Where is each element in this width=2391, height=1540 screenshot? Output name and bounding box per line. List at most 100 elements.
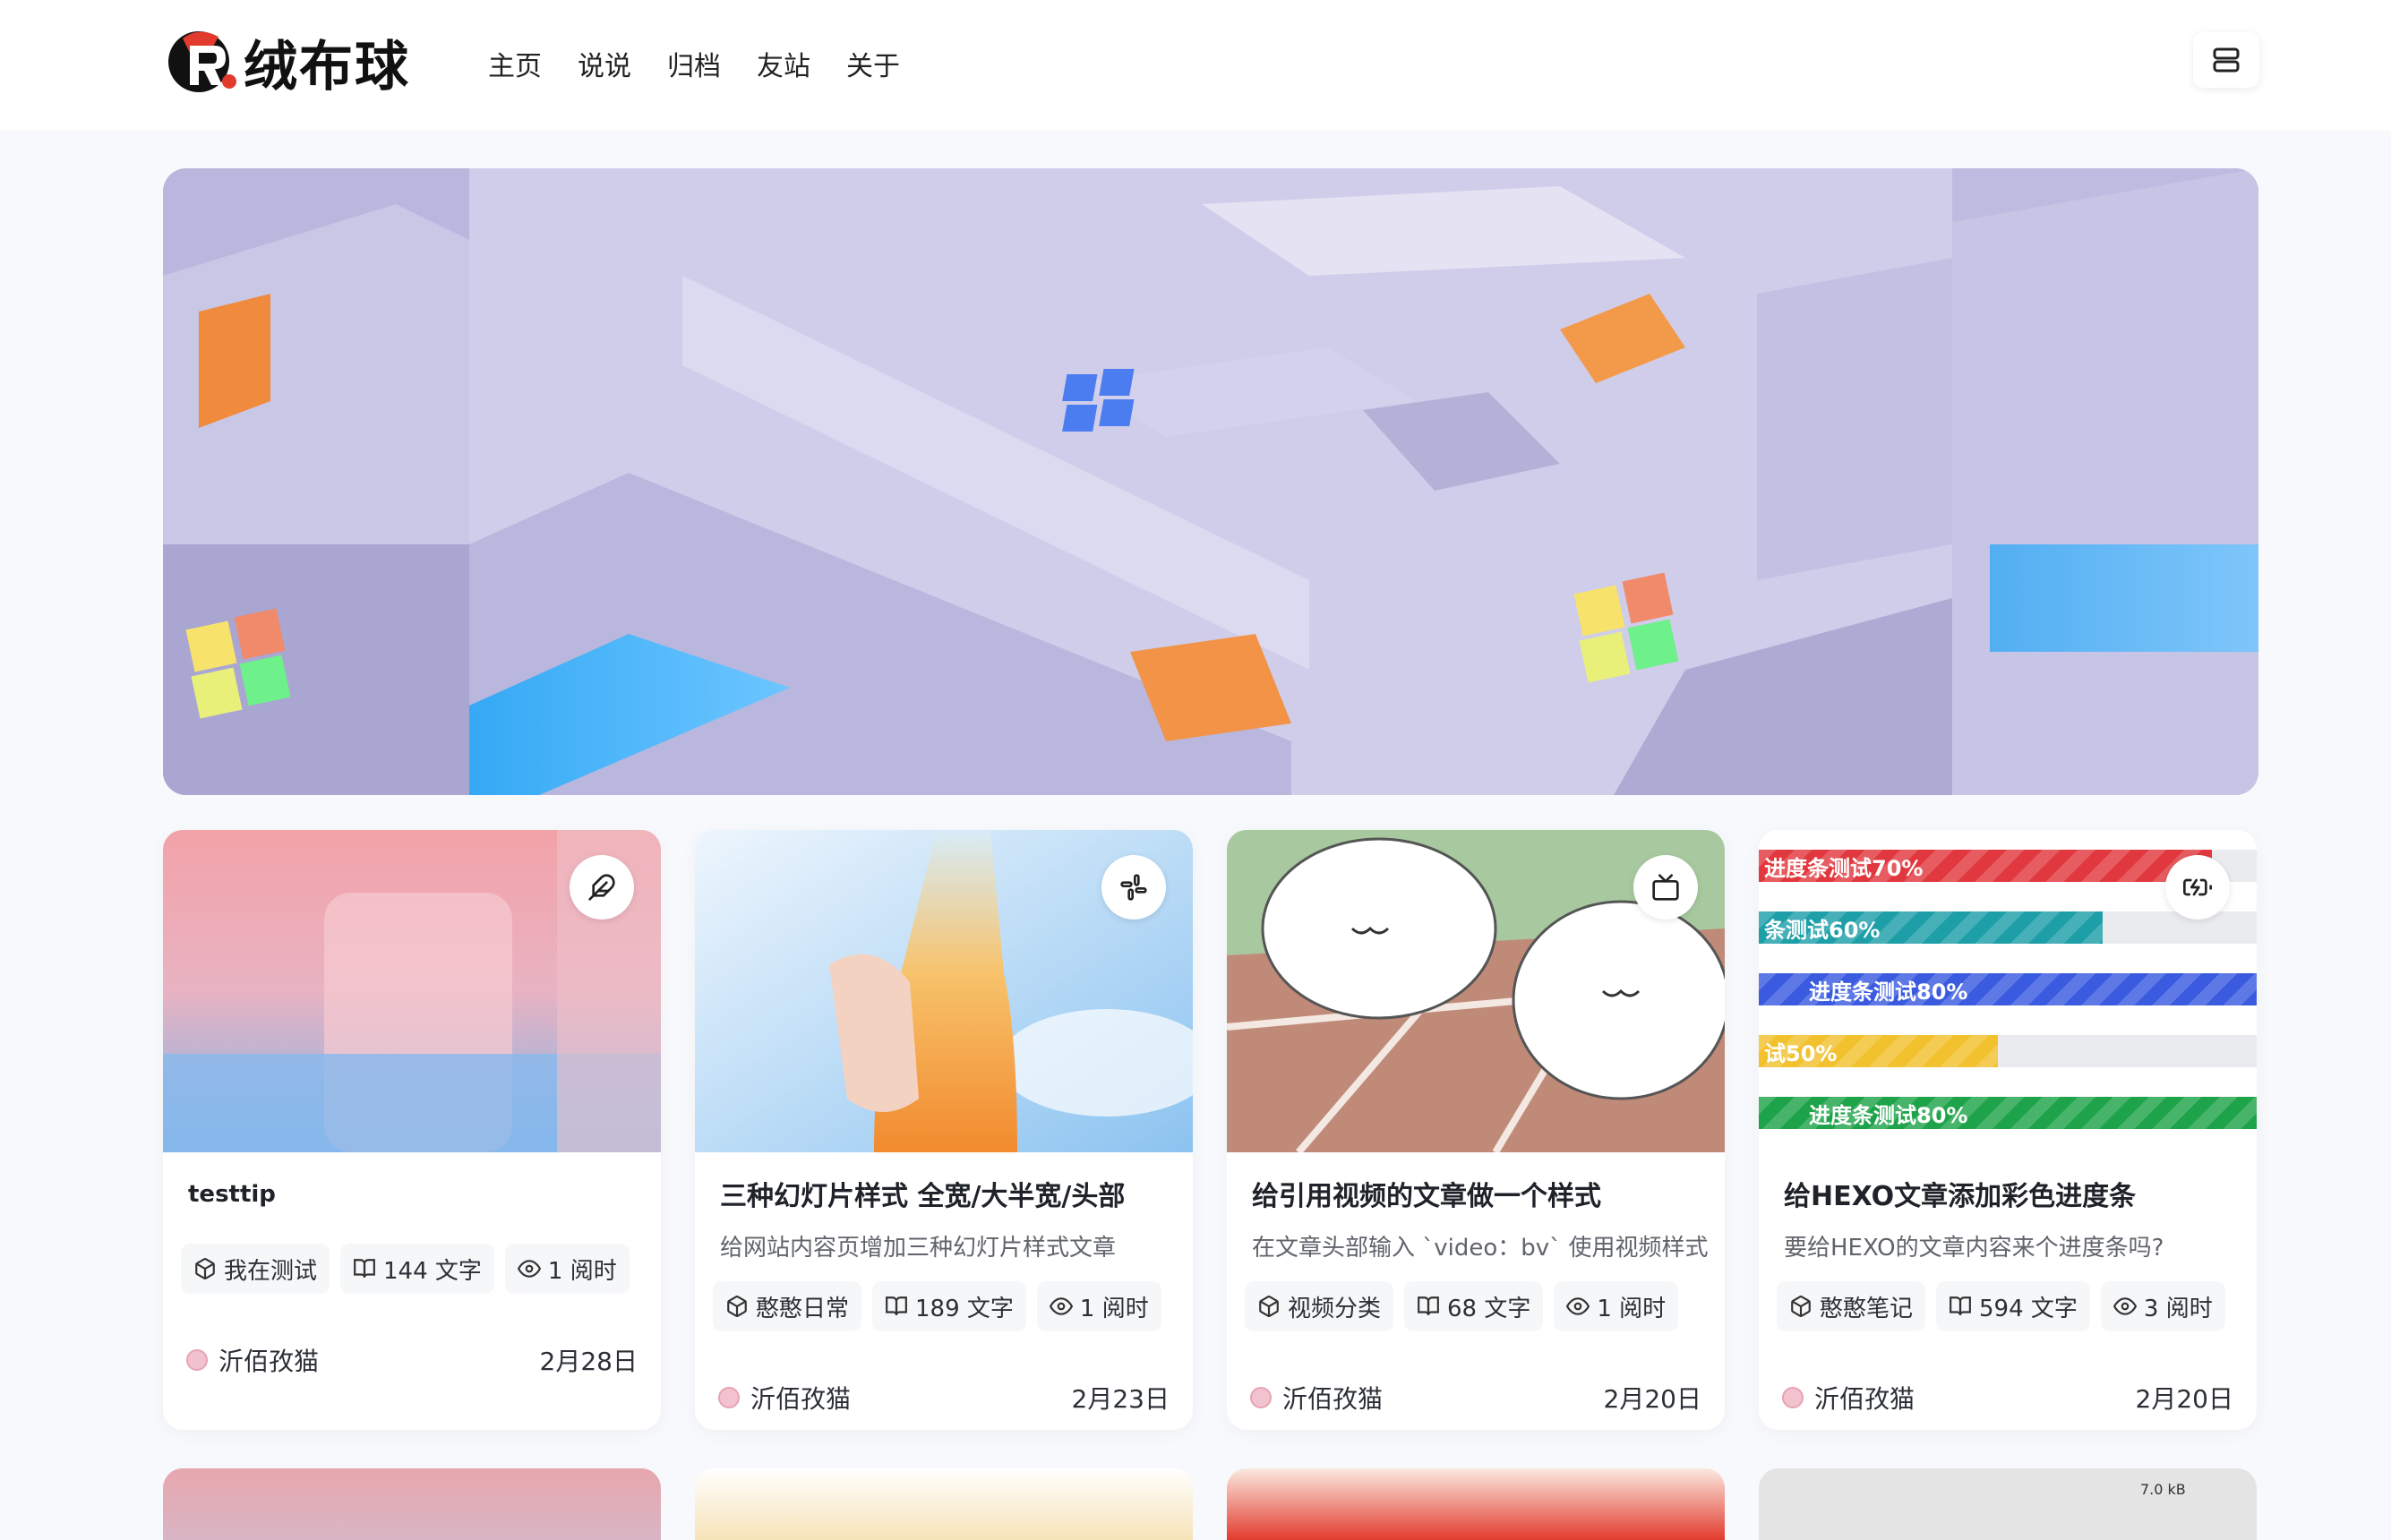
post-card-partial[interactable]: 7.0 kB bbox=[1759, 1468, 2257, 1540]
menu-icon bbox=[2213, 47, 2240, 73]
progress-bar-fill: 进度条测试70% bbox=[1759, 850, 2212, 882]
post-card-partial[interactable] bbox=[695, 1468, 1193, 1540]
post-type-badge bbox=[1101, 855, 1166, 920]
post-read-time-label: 1 阅时 bbox=[1597, 1295, 1667, 1322]
post-card-partial[interactable] bbox=[1227, 1468, 1725, 1540]
post-type-badge bbox=[2165, 855, 2230, 920]
post-title[interactable]: 给HEXO文章添加彩色进度条 bbox=[1784, 1174, 2241, 1213]
nav-item-about[interactable]: 关于 bbox=[846, 45, 900, 90]
post-footer: 沂佰孜猫 2月20日 bbox=[1250, 1380, 1701, 1416]
hero-carousel[interactable] bbox=[163, 168, 2258, 795]
post-grid: testtip 我在测试 144 文字 1 阅时 沂佰孜猫 2月28日 三种幻灯… bbox=[163, 830, 2258, 1430]
post-read-time: 1 阅时 bbox=[504, 1244, 630, 1294]
post-word-count: 189 文字 bbox=[872, 1281, 1026, 1331]
post-meta: 憨憨笔记 594 文字 3 阅时 bbox=[1777, 1281, 2225, 1331]
post-word-count-label: 189 文字 bbox=[915, 1295, 1014, 1322]
author-avatar bbox=[186, 1349, 208, 1371]
post-date: 2月28日 bbox=[539, 1347, 638, 1376]
post-read-time-label: 3 阅时 bbox=[2143, 1295, 2213, 1322]
post-category-label: 视频分类 bbox=[1288, 1295, 1382, 1322]
post-read-time: 1 阅时 bbox=[1554, 1281, 1679, 1331]
nav-item-archive[interactable]: 归档 bbox=[667, 45, 721, 90]
post-author[interactable]: 沂佰孜猫 bbox=[718, 1380, 851, 1416]
post-card[interactable]: 进度条测试70% 条测试60% 进度条测试80% 试50% 进度条测试80% 给HEXO… bbox=[1759, 830, 2257, 1430]
post-author[interactable]: 沂佰孜猫 bbox=[186, 1342, 319, 1378]
post-read-time-label: 1 阅时 bbox=[1079, 1295, 1149, 1322]
slack-icon bbox=[1120, 874, 1147, 901]
author-name: 沂佰孜猫 bbox=[750, 1384, 852, 1414]
post-title[interactable]: 给引用视频的文章做一个样式 bbox=[1252, 1174, 1709, 1213]
post-card[interactable]: 三种幻灯片样式 全宽/大半宽/头部 给网站内容页增加三种幻灯片样式文章 憨憨日常… bbox=[695, 830, 1193, 1430]
hero-slide-image bbox=[163, 168, 2258, 795]
post-category-label: 我在测试 bbox=[224, 1257, 318, 1285]
post-card-partial[interactable] bbox=[163, 1468, 661, 1540]
post-title[interactable]: 三种幻灯片样式 全宽/大半宽/头部 bbox=[720, 1174, 1177, 1213]
post-description: 要给HEXO的文章内容来个进度条吗? bbox=[1784, 1235, 2164, 1262]
box-icon bbox=[1259, 1296, 1279, 1317]
post-word-count: 68 文字 bbox=[1404, 1281, 1544, 1331]
battery-charging-icon bbox=[2183, 878, 2212, 896]
author-avatar bbox=[1250, 1387, 1272, 1408]
post-word-count-label: 144 文字 bbox=[383, 1257, 482, 1285]
menu-button[interactable] bbox=[2193, 32, 2259, 88]
post-card[interactable]: 给引用视频的文章做一个样式 在文章头部输入 `video：bv` 使用视频样式 … bbox=[1227, 830, 1725, 1430]
post-author[interactable]: 沂佰孜猫 bbox=[1782, 1380, 1915, 1416]
post-category[interactable]: 憨憨日常 bbox=[713, 1281, 862, 1331]
box-icon bbox=[1791, 1296, 1811, 1317]
post-date: 2月23日 bbox=[1071, 1384, 1170, 1414]
progress-bar-fill: 进度条测试80% bbox=[1759, 973, 2257, 1005]
file-size-label: 7.0 kB bbox=[2140, 1481, 2186, 1498]
post-footer: 沂佰孜猫 2月28日 bbox=[186, 1342, 638, 1378]
post-description: 给网站内容页增加三种幻灯片样式文章 bbox=[720, 1235, 1117, 1262]
eye-icon bbox=[517, 1260, 541, 1278]
logo-text: 绒布球 bbox=[244, 35, 410, 98]
post-description: 在文章头部输入 `video：bv` 使用视频样式 bbox=[1252, 1235, 1709, 1262]
post-card[interactable]: testtip 我在测试 144 文字 1 阅时 沂佰孜猫 2月28日 bbox=[163, 830, 661, 1430]
post-title[interactable]: testtip bbox=[188, 1181, 645, 1208]
author-avatar bbox=[1782, 1387, 1804, 1408]
post-author[interactable]: 沂佰孜猫 bbox=[1250, 1380, 1383, 1416]
progress-bar-fill: 条测试60% bbox=[1759, 911, 2103, 944]
post-category[interactable]: 憨憨笔记 bbox=[1777, 1281, 1926, 1331]
tv-icon bbox=[1652, 874, 1679, 901]
progress-bar-track: 进度条测试80% bbox=[1759, 973, 2257, 1005]
post-type-badge bbox=[1633, 855, 1698, 920]
eye-icon bbox=[1566, 1297, 1590, 1315]
post-meta: 视频分类 68 文字 1 阅时 bbox=[1245, 1281, 1679, 1331]
author-name: 沂佰孜猫 bbox=[219, 1347, 320, 1376]
post-meta: 我在测试 144 文字 1 阅时 bbox=[181, 1244, 630, 1294]
post-category[interactable]: 我在测试 bbox=[181, 1244, 330, 1294]
progress-bar-track: 试50% bbox=[1759, 1035, 2257, 1067]
post-read-time-label: 1 阅时 bbox=[547, 1257, 617, 1285]
post-cover-image bbox=[1227, 830, 1725, 1152]
author-name: 沂佰孜猫 bbox=[1814, 1384, 1915, 1414]
post-category[interactable]: 视频分类 bbox=[1245, 1281, 1394, 1331]
progress-bar-track: 进度条测试80% bbox=[1759, 1097, 2257, 1129]
post-read-time: 1 阅时 bbox=[1036, 1281, 1161, 1331]
feather-icon bbox=[588, 874, 615, 901]
post-category-label: 憨憨日常 bbox=[756, 1295, 850, 1322]
site-header: 绒布球 主页 说说 归档 友站 关于 bbox=[0, 0, 2391, 131]
progress-bar-fill: 试50% bbox=[1759, 1035, 1998, 1067]
nav-item-moments[interactable]: 说说 bbox=[578, 45, 631, 90]
author-avatar bbox=[718, 1387, 740, 1408]
post-category-label: 憨憨笔记 bbox=[1820, 1295, 1914, 1322]
site-logo[interactable]: 绒布球 bbox=[163, 25, 441, 98]
post-word-count: 594 文字 bbox=[1936, 1281, 2090, 1331]
post-footer: 沂佰孜猫 2月20日 bbox=[1782, 1380, 2233, 1416]
post-read-time: 3 阅时 bbox=[2100, 1281, 2225, 1331]
post-word-count-label: 594 文字 bbox=[1979, 1295, 2078, 1322]
eye-icon bbox=[2112, 1297, 2137, 1315]
nav-item-home[interactable]: 主页 bbox=[488, 45, 542, 90]
box-icon bbox=[195, 1258, 215, 1279]
nav-item-friends[interactable]: 友站 bbox=[757, 45, 810, 90]
book-open-icon bbox=[1950, 1296, 1971, 1315]
book-open-icon bbox=[1418, 1296, 1439, 1315]
author-name: 沂佰孜猫 bbox=[1282, 1384, 1384, 1414]
book-open-icon bbox=[354, 1259, 375, 1278]
post-footer: 沂佰孜猫 2月23日 bbox=[718, 1380, 1170, 1416]
post-cover-image bbox=[163, 830, 661, 1152]
logo-mark-icon bbox=[163, 26, 242, 98]
main-nav: 主页 说说 归档 友站 关于 bbox=[488, 45, 900, 90]
box-icon bbox=[727, 1296, 747, 1317]
